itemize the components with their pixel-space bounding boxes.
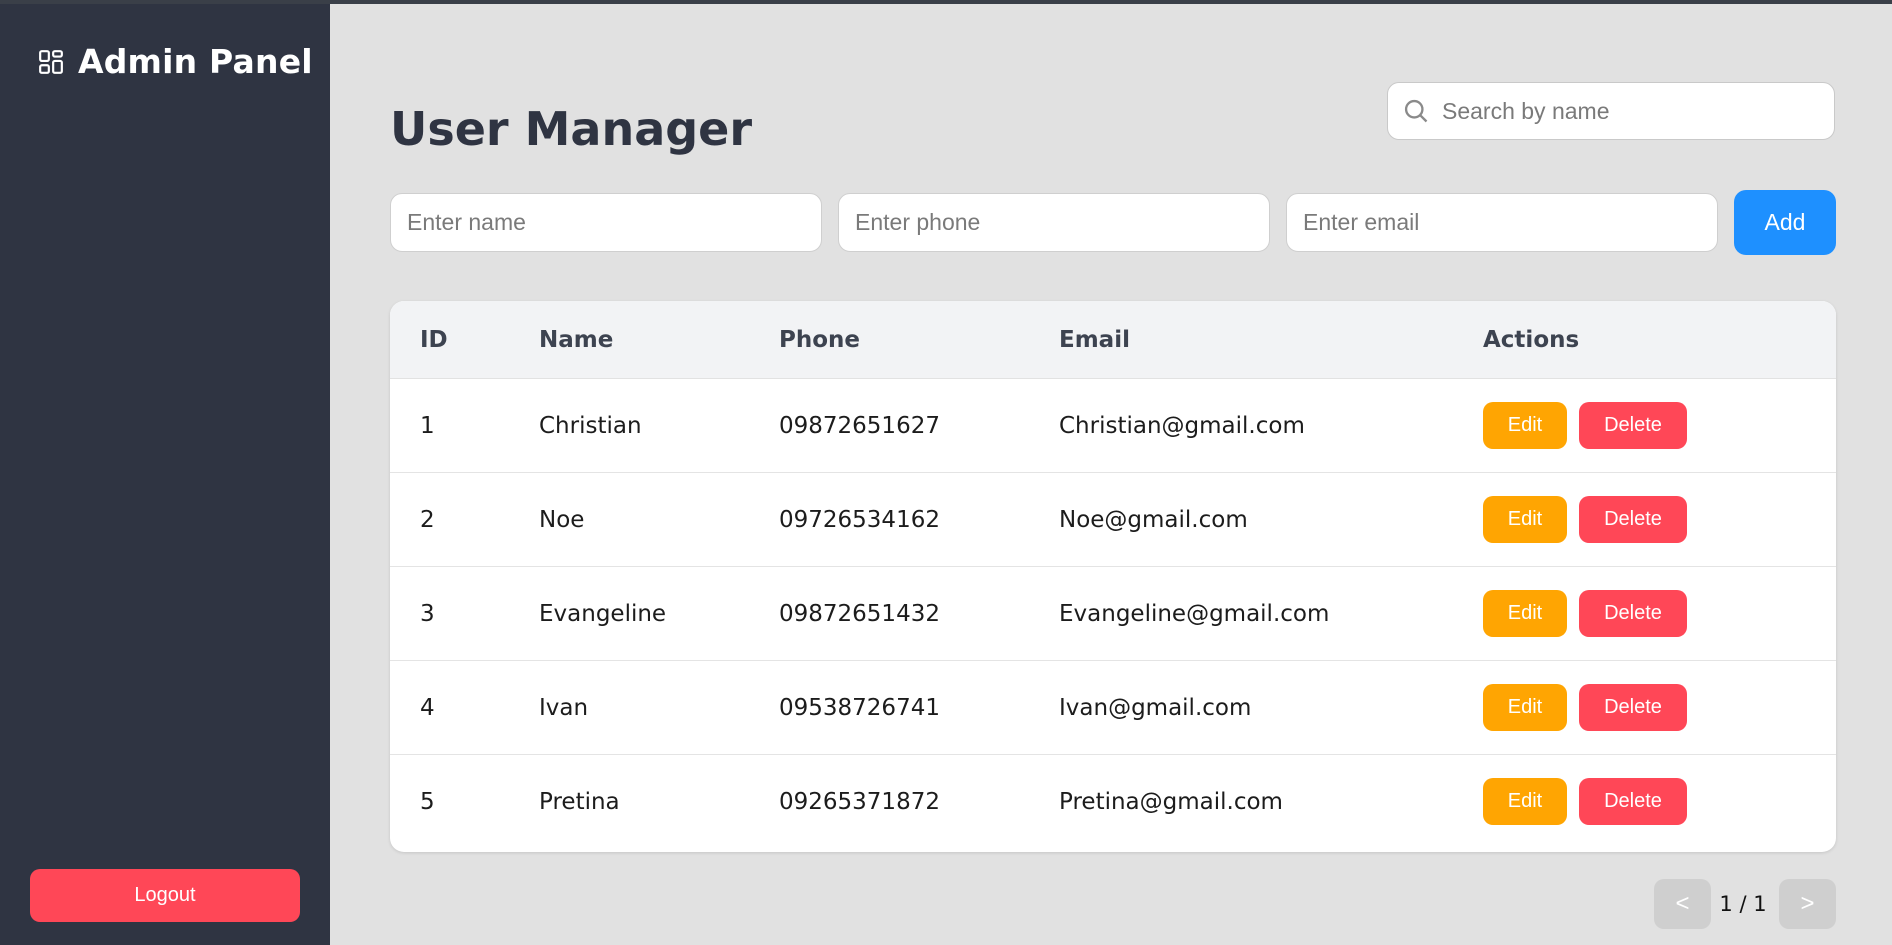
cell-id: 2 <box>420 506 435 533</box>
brand-title: Admin Panel <box>78 42 313 81</box>
main-content: User Manager Add ID Name Phone Email Act… <box>330 4 1892 945</box>
delete-button[interactable]: Delete <box>1579 402 1687 449</box>
cell-id: 3 <box>420 600 435 627</box>
cell-phone: 09726534162 <box>779 506 940 533</box>
edit-button[interactable]: Edit <box>1483 590 1567 637</box>
cell-email: Pretina@gmail.com <box>1059 788 1283 815</box>
cell-name: Pretina <box>539 788 620 815</box>
edit-button[interactable]: Edit <box>1483 402 1567 449</box>
table-row: 5 Pretina 09265371872 Pretina@gmail.com … <box>390 755 1836 848</box>
brand: Admin Panel <box>38 42 313 81</box>
logout-button[interactable]: Logout <box>30 869 300 922</box>
header-id: ID <box>420 326 448 353</box>
search-icon <box>1404 99 1428 123</box>
email-input[interactable] <box>1286 193 1718 252</box>
cell-email: Evangeline@gmail.com <box>1059 600 1330 627</box>
header-name: Name <box>539 326 614 353</box>
phone-input[interactable] <box>838 193 1270 252</box>
edit-button[interactable]: Edit <box>1483 496 1567 543</box>
header-actions: Actions <box>1483 326 1580 353</box>
cell-name: Ivan <box>539 694 589 721</box>
cell-phone: 09872651432 <box>779 600 940 627</box>
delete-button[interactable]: Delete <box>1579 684 1687 731</box>
cell-id: 5 <box>420 788 435 815</box>
delete-button[interactable]: Delete <box>1579 778 1687 825</box>
search-box[interactable] <box>1387 82 1835 140</box>
users-table: ID Name Phone Email Actions 1 Christian … <box>390 301 1836 852</box>
table-row: 4 Ivan 09538726741 Ivan@gmail.com Edit D… <box>390 661 1836 755</box>
cell-email: Christian@gmail.com <box>1059 412 1305 439</box>
delete-button[interactable]: Delete <box>1579 496 1687 543</box>
cell-id: 1 <box>420 412 435 439</box>
edit-button[interactable]: Edit <box>1483 684 1567 731</box>
cell-email: Ivan@gmail.com <box>1059 694 1252 721</box>
delete-button[interactable]: Delete <box>1579 590 1687 637</box>
edit-button[interactable]: Edit <box>1483 778 1567 825</box>
cell-name: Christian <box>539 412 642 439</box>
cell-actions: Edit Delete <box>1483 567 1687 660</box>
cell-name: Evangeline <box>539 600 667 627</box>
add-button[interactable]: Add <box>1734 190 1836 255</box>
cell-email: Noe@gmail.com <box>1059 506 1248 533</box>
page-title: User Manager <box>390 102 753 156</box>
search-input[interactable] <box>1440 96 1824 126</box>
sidebar: Admin Panel Logout <box>0 4 330 945</box>
cell-phone: 09265371872 <box>779 788 940 815</box>
cell-name: Noe <box>539 506 585 533</box>
cell-actions: Edit Delete <box>1483 755 1687 848</box>
table-row: 3 Evangeline 09872651432 Evangeline@gmai… <box>390 567 1836 661</box>
page-indicator: 1 / 1 <box>1719 892 1767 916</box>
name-input[interactable] <box>390 193 822 252</box>
next-page-button[interactable]: > <box>1779 879 1836 929</box>
cell-actions: Edit Delete <box>1483 379 1687 472</box>
prev-page-button[interactable]: < <box>1654 879 1711 929</box>
table-row: 1 Christian 09872651627 Christian@gmail.… <box>390 379 1836 473</box>
cell-phone: 09538726741 <box>779 694 940 721</box>
table-header: ID Name Phone Email Actions <box>390 301 1836 379</box>
cell-actions: Edit Delete <box>1483 661 1687 754</box>
header-email: Email <box>1059 326 1130 353</box>
table-row: 2 Noe 09726534162 Noe@gmail.com Edit Del… <box>390 473 1836 567</box>
dashboard-grid-icon <box>39 49 63 74</box>
cell-id: 4 <box>420 694 435 721</box>
cell-phone: 09872651627 <box>779 412 940 439</box>
cell-actions: Edit Delete <box>1483 473 1687 566</box>
header-phone: Phone <box>779 326 861 353</box>
